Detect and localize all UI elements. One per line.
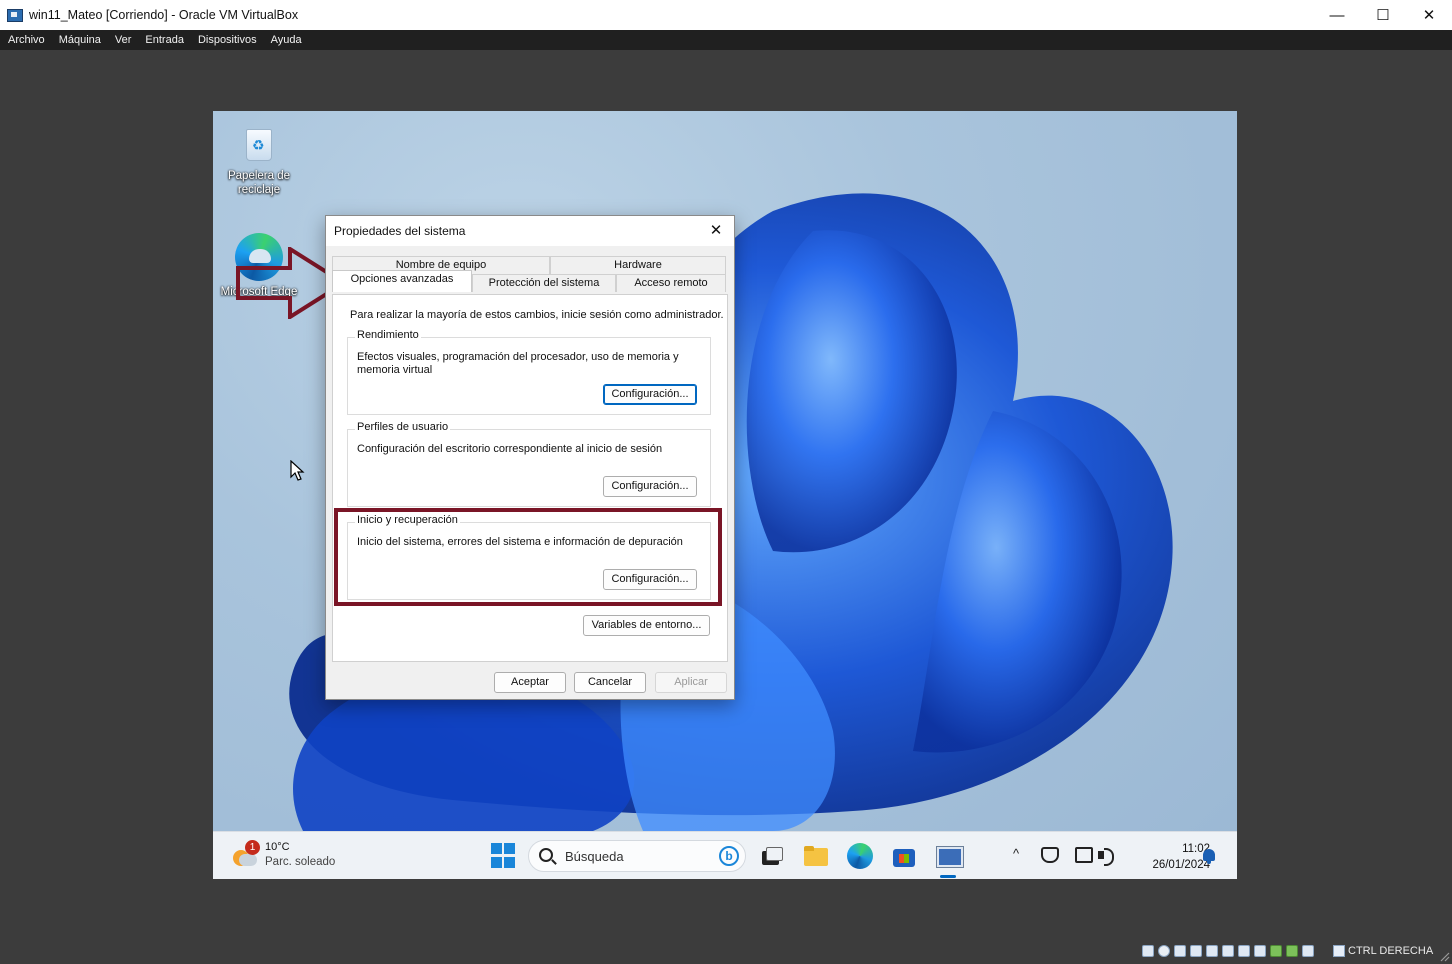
taskbar: 1 10°C Parc. soleado Búsqueda b ^ 11:02 …	[213, 831, 1237, 879]
user-profiles-settings-button[interactable]: Configuración...	[603, 476, 697, 497]
apply-button[interactable]: Aplicar	[655, 672, 727, 693]
host-key-icon	[1333, 945, 1345, 957]
admin-notice: Para realizar la mayoría de estos cambio…	[350, 309, 724, 321]
tab-proteccion-del-sistema[interactable]: Protección del sistema	[472, 274, 616, 292]
weather-widget[interactable]: 1 10°C Parc. soleado	[231, 840, 335, 870]
environment-variables-button[interactable]: Variables de entorno...	[583, 615, 710, 636]
recording-icon[interactable]	[1254, 945, 1266, 957]
guest-screen[interactable]: ♻ Papelera de reciclaje Microsoft Edge P…	[213, 111, 1237, 879]
file-explorer-icon[interactable]	[803, 843, 829, 869]
resize-grip-icon[interactable]	[1438, 950, 1450, 962]
minimize-button[interactable]: —	[1314, 0, 1360, 30]
hard-disk-icon[interactable]	[1142, 945, 1154, 957]
host-window-controls: — ☐ ✕	[1314, 0, 1452, 30]
close-button[interactable]: ✕	[1406, 0, 1452, 30]
weather-icon: 1	[231, 840, 260, 868]
menu-entrada[interactable]: Entrada	[138, 34, 191, 46]
clock-date: 26/01/2024	[1152, 859, 1210, 871]
recycle-bin-label: Papelera de reciclaje	[227, 170, 291, 196]
host-window-title: win11_Mateo [Corriendo] - Oracle VM Virt…	[29, 8, 299, 22]
store-icon[interactable]	[891, 843, 917, 869]
host-key-indicator: CTRL DERECHA	[1333, 945, 1433, 957]
host-key-label: CTRL DERECHA	[1348, 945, 1434, 957]
tab-opciones-avanzadas[interactable]: Opciones avanzadas	[332, 270, 472, 292]
display-icon[interactable]	[1075, 847, 1093, 863]
annotation-highlight-box	[334, 508, 722, 606]
host-menubar: Archivo Máquina Ver Entrada Dispositivos…	[0, 30, 1452, 50]
host-statusbar: CTRL DERECHA	[0, 940, 1452, 964]
taskbar-search[interactable]: Búsqueda b	[528, 840, 746, 872]
system-properties-icon[interactable]	[935, 843, 964, 869]
weather-temperature: 10°C	[265, 841, 290, 853]
start-icon[interactable]	[491, 843, 517, 869]
weather-description: Parc. soleado	[265, 856, 336, 868]
user-profiles-title: Perfiles de usuario	[355, 421, 451, 433]
task-view-icon[interactable]	[759, 843, 785, 869]
clock[interactable]: 11:02 26/01/2024	[1125, 841, 1210, 873]
keyboard-icon[interactable]	[1302, 945, 1314, 957]
active-app-indicator	[940, 875, 956, 878]
performance-description: Efectos visuales, programación del proce…	[357, 351, 679, 376]
user-profiles-group: Perfiles de usuario Configuración del es…	[347, 421, 711, 507]
tab-acceso-remoto[interactable]: Acceso remoto	[616, 274, 726, 292]
tabs-row-bottom: Opciones avanzadas Protección del sistem…	[332, 270, 726, 292]
menu-dispositivos[interactable]: Dispositivos	[191, 34, 264, 46]
search-placeholder: Búsqueda	[565, 849, 624, 864]
mouse-cursor-icon	[290, 460, 305, 481]
system-properties-dialog: Propiedades del sistema ✕ Nombre de equi…	[325, 215, 735, 700]
optical-drive-icon[interactable]	[1158, 945, 1170, 957]
advanced-options-panel: Para realizar la mayoría de estos cambio…	[332, 294, 728, 662]
bing-icon[interactable]: b	[719, 846, 739, 866]
tab-hardware[interactable]: Hardware	[550, 256, 726, 274]
status-icons	[1142, 945, 1318, 957]
weather-badge: 1	[245, 840, 260, 855]
user-profiles-description: Configuración del escritorio correspondi…	[357, 443, 663, 455]
menu-ayuda[interactable]: Ayuda	[264, 34, 309, 46]
performance-group: Rendimiento Efectos visuales, programaci…	[347, 329, 711, 415]
volume-icon[interactable]	[1098, 847, 1116, 866]
mouse-integration-icon[interactable]	[1286, 945, 1298, 957]
network-icon[interactable]	[1190, 945, 1202, 957]
maximize-button[interactable]: ☐	[1360, 0, 1406, 30]
dialog-titlebar: Propiedades del sistema ✕	[326, 216, 734, 246]
shared-folders-icon[interactable]	[1222, 945, 1234, 957]
menu-archivo[interactable]: Archivo	[0, 34, 52, 46]
clock-time: 11:02	[1182, 843, 1210, 855]
recycle-bin-icon: ♻	[242, 123, 276, 163]
dialog-title: Propiedades del sistema	[334, 224, 466, 238]
notification-bell-icon[interactable]	[1203, 849, 1215, 864]
display-status-icon[interactable]	[1238, 945, 1250, 957]
cpu-icon[interactable]	[1270, 945, 1282, 957]
virtualbox-icon	[7, 7, 23, 23]
performance-settings-button[interactable]: Configuración...	[603, 384, 697, 405]
menu-ver[interactable]: Ver	[108, 34, 139, 46]
performance-title: Rendimiento	[355, 329, 421, 341]
recycle-bin-shortcut[interactable]: ♻ Papelera de reciclaje	[214, 123, 304, 197]
network-offline-icon[interactable]	[1041, 847, 1059, 863]
ok-button[interactable]: Aceptar	[494, 672, 566, 693]
usb-icon[interactable]	[1206, 945, 1218, 957]
edge-taskbar-icon[interactable]	[847, 843, 873, 869]
audio-icon[interactable]	[1174, 945, 1186, 957]
menu-maquina[interactable]: Máquina	[52, 34, 108, 46]
search-icon	[539, 848, 553, 862]
host-titlebar: win11_Mateo [Corriendo] - Oracle VM Virt…	[0, 0, 1452, 30]
cancel-button[interactable]: Cancelar	[574, 672, 646, 693]
dialog-close-button[interactable]: ✕	[706, 221, 726, 241]
tray-overflow-chevron-icon[interactable]: ^	[1013, 846, 1019, 861]
